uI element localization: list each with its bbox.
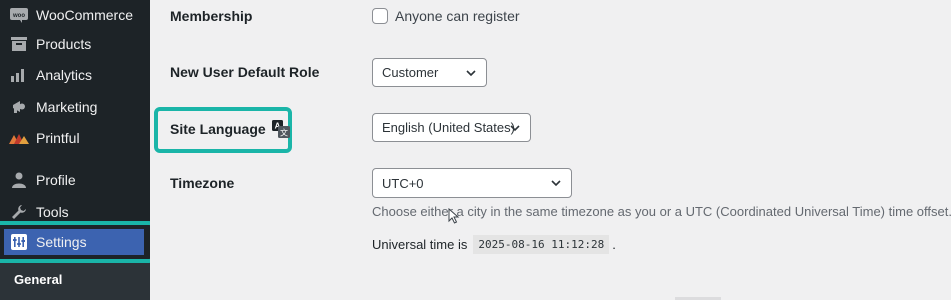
svg-text:文: 文 <box>280 128 288 138</box>
submenu-item-general[interactable]: General <box>14 272 62 287</box>
sidebar-item-products[interactable]: Products <box>0 29 150 59</box>
sidebar-item-label: Profile <box>36 172 76 188</box>
sidebar-item-label: Marketing <box>36 99 98 115</box>
default-role-value: Customer <box>382 65 439 80</box>
sidebar-item-printful[interactable]: Printful <box>0 123 150 153</box>
site-language-value: English (United States) <box>382 120 515 135</box>
sidebar-item-label: Tools <box>36 204 69 220</box>
sidebar-item-label: Products <box>36 36 92 52</box>
sidebar-item-woocommerce[interactable]: woo WooCommerce <box>0 0 150 30</box>
sidebar-item-analytics[interactable]: Analytics <box>0 60 150 90</box>
user-icon <box>9 170 29 190</box>
site-language-label: Site Language <box>170 121 266 137</box>
universal-time-value: 2025-08-16 11:12:28 <box>473 235 610 254</box>
universal-time-suffix: . <box>612 237 616 252</box>
wrench-icon <box>9 202 29 222</box>
sidebar-item-label: WooCommerce <box>36 7 133 23</box>
woo-icon: woo <box>9 5 29 25</box>
printful-logo-icon <box>9 128 29 148</box>
timezone-value: UTC+0 <box>382 175 424 191</box>
sidebar-item-profile[interactable]: Profile <box>0 165 150 195</box>
default-role-label: New User Default Role <box>170 64 320 80</box>
bar-chart-icon <box>9 65 29 85</box>
timezone-select[interactable]: UTC+0 <box>372 168 572 198</box>
admin-sidebar: woo WooCommerce Products Analytics Marke… <box>0 0 155 300</box>
anyone-can-register-label[interactable]: Anyone can register <box>395 8 520 24</box>
sidebar-item-label: Analytics <box>36 67 93 83</box>
settings-main: Membership Anyone can register New User … <box>150 0 951 300</box>
chevron-down-icon <box>510 125 520 132</box>
sidebar-item-label: Printful <box>36 130 80 146</box>
timezone-label: Timezone <box>170 175 235 191</box>
svg-text:woo: woo <box>12 13 25 19</box>
translate-icon: A 文 <box>271 120 290 138</box>
archive-icon <box>9 34 29 54</box>
membership-label: Membership <box>170 8 253 24</box>
universal-time-label: Universal time is <box>372 237 468 252</box>
mouse-cursor-icon <box>448 208 460 224</box>
chevron-down-icon <box>551 180 561 187</box>
settings-submenu: General <box>0 263 150 300</box>
sidebar-item-marketing[interactable]: Marketing <box>0 92 150 122</box>
site-language-select[interactable]: English (United States) <box>372 113 531 142</box>
universal-time: Universal time is 2025-08-16 11:12:28 . <box>372 235 616 254</box>
chevron-down-icon <box>466 70 476 77</box>
settings-highlight-box <box>0 221 155 263</box>
site-language-label-group: Site Language A 文 <box>170 120 290 138</box>
megaphone-icon <box>9 97 29 117</box>
default-role-select[interactable]: Customer <box>372 58 487 87</box>
anyone-can-register-checkbox[interactable] <box>372 8 388 24</box>
